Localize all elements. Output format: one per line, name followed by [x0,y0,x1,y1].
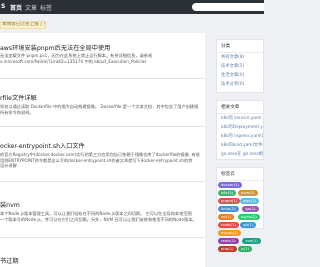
excerpt-line: s.microsoft.com/fwlink/?LinkID=135170 中的… [0,58,147,64]
panel-heading: 标签云 [217,168,263,181]
tag-chip[interactable]: mysql(1) [218,230,241,236]
site-logo[interactable]: S [1,3,5,10]
excerpt-line: 本个Node.js版本管理工具，可以让我们轻松在不同的Node.js版本之间切换… [0,211,192,216]
excerpt-line: 的官方Registry中(docker.docker.com)实行的第三方应用包… [0,152,200,157]
category-link[interactable]: 共有文章(8) [217,53,263,62]
post-list: aws环境安装pnpm后无法在全局中使用 无法加载文件 pnpm.ps1，因为在… [0,33,205,267]
tag-chip[interactable]: ssl(1) [218,214,235,220]
nav-tags[interactable]: 标签 [40,3,52,12]
tag-chip[interactable]: pnpm(1) [218,198,241,204]
post-excerpt: 的官方Registry中(docker.docker.com)实行的第三方应用包… [0,152,204,169]
tag-chip[interactable]: redis(1) [218,238,239,244]
excerpt-line: 用到ENTRYPOINT命令都是这么写的docker-entrypoint.sh… [0,157,193,163]
nav-home[interactable]: 首页 [10,3,22,12]
category-link[interactable]: 生活文章(0) [217,71,263,80]
recent-post-link[interactable]: go-zero在 go-zero框架... [217,149,263,158]
post-title[interactable]: rfile文件详解 [0,93,37,102]
recent-post-link[interactable]: k8s的Deployment.yaml [217,123,263,132]
panel-heading: 相关文章 [217,101,263,114]
excerpt-line: 所有命令和说明。 [0,109,34,115]
recent-posts-panel: 相关文章 k8s的 service.yaml 详解 k8s的Deployment… [216,100,264,160]
recent-post-link[interactable]: k8s的 service.yaml 详解 [217,114,263,123]
tag-chip[interactable]: node(1) [218,222,239,228]
post-divider [0,78,205,79]
tag-chip[interactable]: aws(1) [240,198,259,204]
excerpt-line: 设计讲解 [0,163,17,169]
excerpt-line: 如何以通过读取 Dockerfile 中的指令自动构建镜像。 Dockerfil… [0,104,199,109]
tag-chip[interactable]: js(1) [237,246,253,252]
tag-chip[interactable]: docker(1) [218,182,243,188]
tag-chip[interactable]: go(1) [242,206,259,212]
tag-chip[interactable]: git(1) [240,222,257,228]
tag-chip[interactable]: vue(1) [242,238,261,244]
post-divider [0,181,205,182]
category-panel: 分类 共有文章(8) 技术文章(5) 生活文章(0) 技术分享(0) [216,39,264,93]
post-excerpt: 如何以通过读取 Dockerfile 中的指令自动构建镜像。 Dockerfil… [0,104,204,115]
tag-chip[interactable]: nvm(1) [237,190,258,196]
excerpt-line: 一个版本号的Node.js，并可以在它们之间切换。另外，NVM 还可以让我们安装… [0,216,197,222]
recent-post-link[interactable]: k8s的kind.yaml文件相关 [217,140,263,149]
panel-heading: 分类 [217,40,263,53]
category-link[interactable]: 技术分享(0) [217,79,263,88]
tag-chip[interactable]: linux(2) [218,206,239,212]
tag-chip[interactable]: k8s(3) [218,190,236,196]
notice-banner: 本博客已迁移上线了！ [0,21,46,29]
post-title[interactable]: aws环境安装pnpm后无法在全局中使用 [0,43,110,52]
category-link[interactable]: 技术文章(5) [217,62,263,71]
tag-chip[interactable]: php(1) [218,246,237,252]
tag-chip[interactable]: nginx(2) [237,214,260,220]
post-excerpt: 本个Node.js版本管理工具，可以让我们轻松在不同的Node.js版本之间切换… [0,211,204,222]
nav-articles[interactable]: 文章 [25,3,37,12]
post-divider [0,126,205,127]
top-navbar: S 首页 文章 标签 [0,0,264,14]
post-title[interactable]: ocker-entrypoint.sh入口文件 [0,141,85,150]
recent-post-link[interactable]: k8s的 ingress.yaml详解 [217,132,263,141]
post-excerpt: 无法加载文件 pnpm.ps1，因为在此系统上禁止运行脚本。有关详细信息，请参阅… [0,53,204,64]
post-title[interactable]: 装nvm [0,200,20,209]
post-divider [0,237,205,238]
search-input[interactable] [192,3,264,11]
post-title[interactable]: 书过期 [0,256,19,265]
